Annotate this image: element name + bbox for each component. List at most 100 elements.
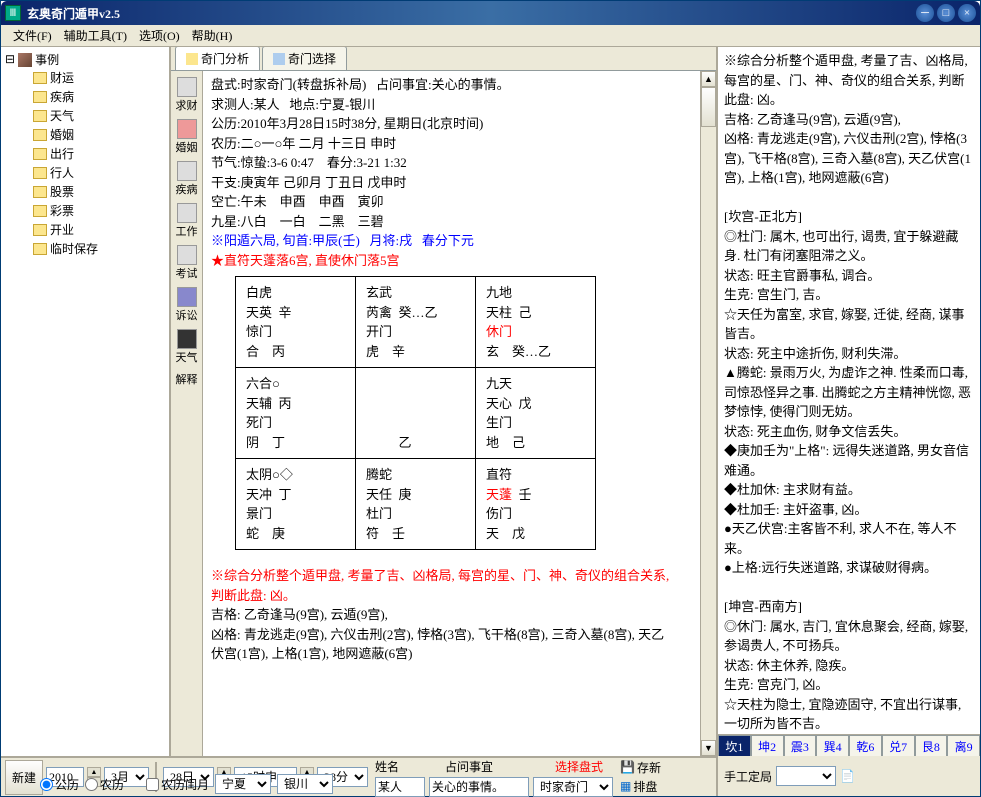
book-icon bbox=[18, 53, 32, 67]
folder-icon bbox=[33, 110, 47, 122]
tree-root[interactable]: ⊟ 事例 bbox=[5, 51, 165, 68]
lawsuit-icon bbox=[177, 287, 197, 307]
scroll-down-button[interactable]: ▼ bbox=[701, 740, 716, 756]
folder-icon bbox=[33, 243, 47, 255]
style-select[interactable]: 时家奇门 bbox=[533, 777, 613, 797]
vbtn-susong[interactable]: 诉讼 bbox=[174, 285, 200, 325]
name-input[interactable] bbox=[375, 777, 425, 797]
menu-assist[interactable]: 辅助工具(T) bbox=[58, 25, 133, 46]
folder-icon bbox=[33, 148, 47, 160]
vbtn-gongzuo[interactable]: 工作 bbox=[174, 201, 200, 241]
right-line: ◎休门: 属水, 吉门, 宜休息聚会, 经商, 嫁娶, 参谒贵人, 不可扬兵。 bbox=[724, 617, 974, 656]
close-button[interactable]: × bbox=[958, 4, 976, 22]
tree-item[interactable]: 开业 bbox=[5, 220, 165, 239]
weather-icon bbox=[177, 329, 197, 349]
right-analysis: ※综合分析整个遁甲盘, 考量了吉、凶格局, 每宫的星、门、神、奇仪的组合关系, … bbox=[718, 47, 980, 734]
manual-select[interactable] bbox=[776, 766, 836, 786]
app-icon: Ⅲ bbox=[5, 5, 21, 21]
tree-toggle[interactable]: ⊟ bbox=[5, 52, 15, 67]
vbtn-kaoshi[interactable]: 考试 bbox=[174, 243, 200, 283]
palace-tab-6[interactable]: 乾6 bbox=[849, 735, 882, 756]
tab-analysis[interactable]: 奇门分析 bbox=[175, 47, 260, 70]
scroll-thumb[interactable] bbox=[701, 87, 716, 127]
vbtn-jieshi[interactable]: 解释 bbox=[174, 369, 200, 389]
heart-icon bbox=[177, 119, 197, 139]
tree-item[interactable]: 行人 bbox=[5, 163, 165, 182]
info-line-blue: ※阳遁六局, 旬首:甲辰(壬) 月将:戌 春分下元 bbox=[211, 231, 692, 251]
menu-options[interactable]: 选项(O) bbox=[133, 25, 186, 46]
doc-icon[interactable]: 📄 bbox=[840, 769, 855, 784]
qimen-grid: 白虎 天英 辛 惊门 合 丙 玄武 芮禽 癸…乙 开门 虎 辛 九地天柱 己休门… bbox=[235, 276, 596, 550]
scroll-track[interactable] bbox=[701, 127, 716, 740]
vbtn-tianqi[interactable]: 天气 bbox=[174, 327, 200, 367]
palace-tab-4[interactable]: 巽4 bbox=[816, 735, 849, 756]
folder-icon bbox=[33, 167, 47, 179]
save-button[interactable]: 存新 bbox=[637, 759, 661, 776]
palace-cell: 直符天蓬 壬伤门天 戊 bbox=[476, 459, 596, 550]
tree-label: 开业 bbox=[50, 221, 74, 238]
tree-item[interactable]: 临时保存 bbox=[5, 239, 165, 258]
vbtn-hunyin[interactable]: 婚姻 bbox=[174, 117, 200, 157]
tree-label: 股票 bbox=[50, 183, 74, 200]
paipan-button[interactable]: 排盘 bbox=[633, 778, 657, 795]
money-icon bbox=[177, 77, 197, 97]
palace-tab-7[interactable]: 兑7 bbox=[882, 735, 915, 756]
palace-cell: 玄武 芮禽 癸…乙 开门 虎 辛 bbox=[356, 277, 476, 368]
name-label: 姓名 bbox=[375, 758, 399, 775]
vbtn-label: 天气 bbox=[176, 349, 198, 365]
scrollbar[interactable]: ▲ ▼ bbox=[700, 71, 716, 756]
solar-radio[interactable]: 公历 bbox=[40, 776, 79, 793]
lunar-radio[interactable]: 农历 bbox=[85, 776, 124, 793]
palace-tab-3[interactable]: 震3 bbox=[784, 735, 817, 756]
right-line: ☆天柱为隐士, 宜隐迹固守, 不宜出行谋事, 一切所为皆不吉。 bbox=[724, 695, 974, 734]
right-line: ◆杜加休: 主求财有益。 bbox=[724, 480, 974, 500]
palace-cell: 六合○ 天辅 丙 死门 阴 丁 bbox=[236, 368, 356, 459]
doc-icon bbox=[186, 53, 198, 65]
info-line: 节气:惊蛰:3-6 0:47 春分:3-21 1:32 bbox=[211, 153, 692, 173]
scroll-up-button[interactable]: ▲ bbox=[701, 71, 716, 87]
palace-tab-8[interactable]: 艮8 bbox=[915, 735, 948, 756]
right-line: ◆杜加壬: 主奸盗事, 凶。 bbox=[724, 500, 974, 520]
menu-help[interactable]: 帮助(H) bbox=[186, 25, 239, 46]
leap-check[interactable]: 农历闰月 bbox=[146, 776, 209, 793]
summary-line: ※综合分析整个遁甲盘, 考量了吉、凶格局, 每宫的星、门、神、奇仪的组合关系, … bbox=[211, 566, 671, 605]
folder-icon bbox=[33, 72, 47, 84]
tree-label: 临时保存 bbox=[50, 240, 98, 257]
health-icon bbox=[177, 161, 197, 181]
vbtn-jibing[interactable]: 疾病 bbox=[174, 159, 200, 199]
tree-item[interactable]: 疾病 bbox=[5, 87, 165, 106]
maximize-button[interactable]: □ bbox=[937, 4, 955, 22]
palace-tab-1[interactable]: 坎1 bbox=[718, 735, 751, 756]
menu-file[interactable]: 文件(F) bbox=[7, 25, 58, 46]
palace-tab-9[interactable]: 离9 bbox=[947, 735, 980, 756]
tree-item[interactable]: 彩票 bbox=[5, 201, 165, 220]
tree-label: 天气 bbox=[50, 107, 74, 124]
tab-select[interactable]: 奇门选择 bbox=[262, 47, 347, 70]
province-select[interactable]: 宁夏 bbox=[215, 774, 271, 794]
minimize-button[interactable]: ─ bbox=[916, 4, 934, 22]
palace-tab-2[interactable]: 坤2 bbox=[751, 735, 784, 756]
right-line: 状态: 死主中途折伤, 财利失滞。 bbox=[724, 344, 974, 364]
palace-cell: 乙 bbox=[356, 368, 476, 459]
matter-input[interactable] bbox=[429, 777, 529, 797]
folder-icon bbox=[33, 224, 47, 236]
save-icon: 💾 bbox=[620, 760, 635, 775]
tree-item[interactable]: 股票 bbox=[5, 182, 165, 201]
city-select[interactable]: 银川 bbox=[277, 774, 333, 794]
tree-panel: ⊟ 事例 财运 疾病 天气 婚姻 出行 行人 股票 彩票 开业 临时保存 bbox=[1, 47, 171, 756]
new-button[interactable]: 新建 bbox=[5, 760, 43, 795]
folder-icon bbox=[33, 205, 47, 217]
exam-icon bbox=[177, 245, 197, 265]
tree-item[interactable]: 财运 bbox=[5, 68, 165, 87]
right-line: 状态: 休主休养, 隐疾。 bbox=[724, 656, 974, 676]
style-label: 选择盘式 bbox=[555, 758, 603, 775]
tree-item[interactable]: 婚姻 bbox=[5, 125, 165, 144]
palace-cell: 太阴○◇ 天冲 丁 景门 蛇 庚 bbox=[236, 459, 356, 550]
right-line: [坎宫-正北方] bbox=[724, 207, 974, 227]
tree-item[interactable]: 出行 bbox=[5, 144, 165, 163]
tree-item[interactable]: 天气 bbox=[5, 106, 165, 125]
vbtn-label: 考试 bbox=[176, 265, 198, 281]
vbtn-qiucai[interactable]: 求财 bbox=[174, 75, 200, 115]
tree-label: 财运 bbox=[50, 69, 74, 86]
folder-icon bbox=[33, 91, 47, 103]
